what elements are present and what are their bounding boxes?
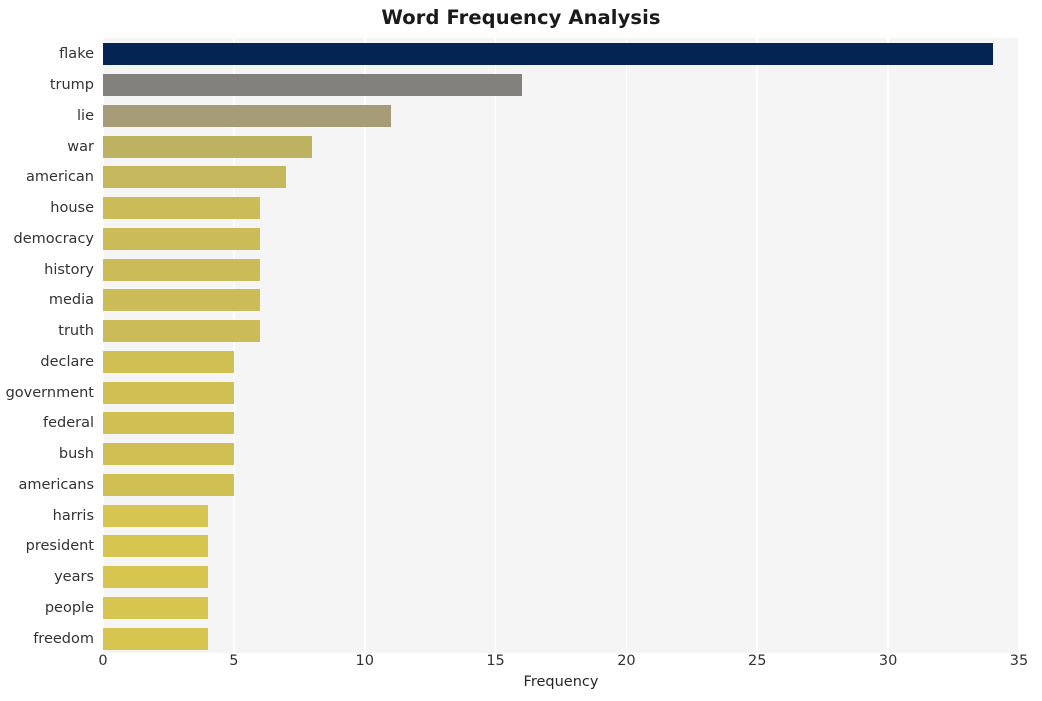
gridline-x-30 (887, 38, 889, 653)
x-tick-label-10: 10 (355, 653, 374, 669)
bar-harris (103, 504, 208, 527)
x-tick-label-5: 5 (229, 653, 239, 669)
y-tick-label-people: people (44, 599, 94, 616)
bar-war (103, 135, 313, 158)
y-tick-label-democracy: democracy (13, 230, 95, 247)
y-tick-label-lie: lie (77, 107, 94, 124)
y-tick-label-federal: federal (42, 415, 94, 432)
gridline-x-35 (1018, 38, 1019, 653)
y-tick-label-harris: harris (52, 507, 94, 524)
bar-flake (103, 43, 993, 66)
gridline-x-20 (625, 38, 628, 653)
x-tick-label-25: 25 (748, 653, 767, 669)
x-tick-label-30: 30 (878, 653, 898, 669)
y-tick-label-president: president (25, 538, 94, 555)
bar-media (103, 289, 261, 312)
y-tick-label-house: house (50, 200, 94, 217)
bar-people (103, 596, 208, 619)
gridline-x-10 (363, 38, 366, 653)
y-tick-label-truth: truth (58, 323, 94, 340)
y-tick-label-years: years (54, 569, 94, 586)
bar-democracy (103, 227, 261, 250)
gridline-x-5 (233, 38, 235, 653)
x-tick-label-20: 20 (617, 653, 636, 669)
y-tick-label-government: government (5, 384, 94, 401)
bar-bush (103, 443, 234, 466)
y-tick-label-freedom: freedom (33, 630, 94, 647)
x-tick-label-35: 35 (1009, 653, 1029, 669)
bar-freedom (103, 627, 208, 650)
y-tick-label-american: american (26, 169, 94, 186)
chart-figure: Word Frequency Analysis flake trump lie war… (0, 0, 1042, 701)
y-tick-label-flake: flake (59, 46, 94, 63)
bar-federal (103, 412, 234, 435)
y-tick-label-media: media (48, 292, 94, 309)
bar-president (103, 535, 208, 558)
y-tick-label-war: war (67, 138, 94, 155)
y-tick-label-americans: americans (18, 476, 94, 493)
bar-americans (103, 473, 234, 496)
bar-trump (103, 74, 522, 97)
bar-house (103, 197, 261, 220)
gridline-x-0 (103, 38, 104, 653)
bar-government (103, 381, 234, 404)
x-tick-label-15: 15 (486, 653, 505, 669)
bar-truth (103, 320, 261, 343)
gridline-x-25 (756, 38, 759, 653)
bar-lie (103, 104, 391, 127)
y-tick-label-bush: bush (58, 446, 94, 463)
y-axis-tick-labels: flake trump lie war american house democracy hi… (0, 38, 94, 653)
bar-declare (103, 350, 234, 373)
x-tick-label-0: 0 (98, 653, 108, 669)
y-tick-label-history: history (44, 261, 94, 278)
y-tick-label-trump: trump (49, 77, 94, 94)
x-axis-label: Frequency (523, 674, 599, 690)
bar-history (103, 258, 261, 281)
bar-american (103, 166, 287, 189)
bar-years (103, 566, 208, 589)
plot-area (103, 38, 1019, 653)
gridline-x-15 (494, 38, 497, 653)
y-tick-label-declare: declare (40, 353, 94, 370)
chart-title: Word Frequency Analysis (381, 6, 661, 29)
